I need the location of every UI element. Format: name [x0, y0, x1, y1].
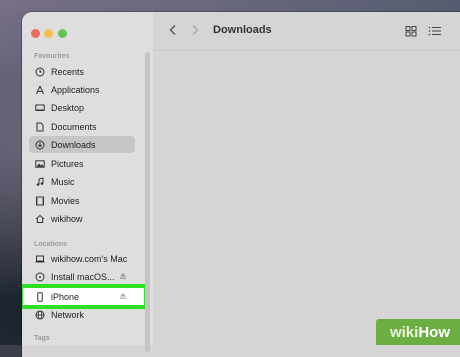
wikihow-watermark: wiki How	[375, 319, 460, 345]
minimize-window-button[interactable]	[44, 29, 53, 38]
icon-view-icon[interactable]	[404, 25, 418, 37]
film-icon	[35, 196, 45, 206]
eject-icon[interactable]	[119, 272, 127, 280]
sidebar-item-label: wikihow	[51, 213, 83, 224]
window-title: Downloads	[213, 24, 272, 36]
sidebar-item-install-macos[interactable]: Install macOS...	[29, 268, 135, 285]
forward-icon[interactable]	[189, 24, 201, 36]
section-title-tags: Tags	[34, 335, 50, 342]
sidebar-item-downloads[interactable]: Downloads	[29, 136, 135, 153]
sidebar-item-label: wikihow.com's Mac	[51, 253, 128, 264]
home-icon	[35, 214, 45, 224]
close-window-button[interactable]	[31, 29, 40, 38]
sidebar-item-movies[interactable]: Movies	[29, 192, 135, 209]
sidebar-item-label: Network	[51, 309, 85, 320]
sidebar-item-label: Recents	[51, 66, 85, 77]
section-title-locations: Locations	[34, 241, 68, 248]
music-icon	[35, 176, 45, 187]
watermark-part2: How	[418, 323, 450, 341]
file-content-area[interactable]	[153, 50, 460, 357]
download-icon	[35, 140, 45, 150]
picture-icon	[35, 159, 45, 169]
sidebar-item-label: Pictures	[51, 158, 84, 169]
clock-icon	[35, 67, 45, 77]
sidebar: Favourites Recents Applications Desktop …	[22, 12, 153, 352]
section-title-favourites: Favourites	[34, 53, 70, 60]
sidebar-item-label: Applications	[51, 84, 100, 95]
sidebar-item-applications[interactable]: Applications	[29, 81, 135, 98]
desktop-icon	[35, 103, 45, 113]
iphone-icon	[35, 291, 45, 302]
sidebar-item-music[interactable]: Music	[29, 173, 135, 190]
network-icon	[35, 310, 45, 320]
back-icon[interactable]	[167, 24, 179, 36]
sidebar-item-label: Movies	[51, 195, 80, 206]
document-icon	[35, 122, 45, 132]
sidebar-item-documents[interactable]: Documents	[29, 118, 135, 135]
sidebar-item-label: Install macOS...	[51, 271, 115, 282]
applications-icon	[35, 85, 45, 95]
laptop-icon	[35, 254, 45, 264]
sidebar-item-recents[interactable]: Recents	[29, 63, 135, 80]
sidebar-item-label: Music	[51, 176, 75, 187]
sidebar-item-label: Downloads	[51, 139, 96, 150]
sidebar-item-network[interactable]: Network	[29, 306, 135, 323]
sidebar-item-pictures[interactable]: Pictures	[29, 155, 135, 172]
eject-icon[interactable]	[119, 292, 127, 300]
sidebar-item-iphone[interactable]: iPhone	[29, 288, 135, 305]
watermark-part1: wiki	[389, 323, 419, 341]
sidebar-scrollbar[interactable]	[145, 52, 150, 352]
list-view-icon[interactable]	[428, 25, 442, 37]
sidebar-item-mac[interactable]: wikihow.com's Mac	[29, 250, 135, 267]
sidebar-item-label: Documents	[51, 121, 97, 132]
zoom-window-button[interactable]	[58, 29, 67, 38]
finder-window: Favourites Recents Applications Desktop …	[22, 12, 460, 357]
sidebar-item-wikihow[interactable]: wikihow	[29, 210, 135, 227]
disk-icon	[35, 272, 45, 282]
sidebar-item-label: iPhone	[51, 291, 80, 302]
sidebar-item-desktop[interactable]: Desktop	[29, 99, 135, 116]
sidebar-item-label: Desktop	[51, 102, 85, 113]
